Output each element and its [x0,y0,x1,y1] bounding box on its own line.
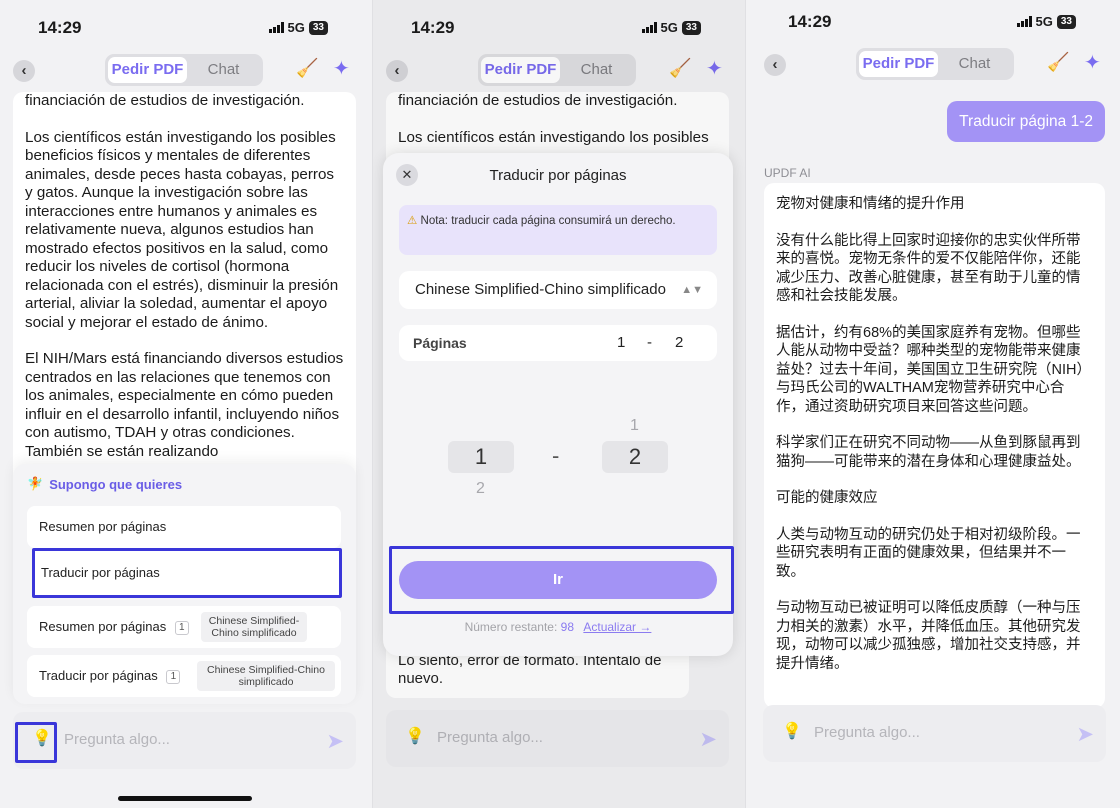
suggestion-panel: 🧚 Supongo que quieres Resumen por página… [13,464,356,704]
recent-language: Chinese Simplified-Chino simplificado [201,612,307,642]
recent-translate-item[interactable]: Traducir por páginas 1 Chinese Simplifie… [27,655,341,697]
doc-paragraph: Los científicos están investigando los p… [25,128,339,331]
doc-paragraph: financiación de estudios de investigació… [25,92,305,109]
picker-from-next: 2 [476,480,485,497]
screen-translation-result: 14:29 5G 33 ‹ Pedir PDF Chat 🧹 ✦ Traduci… [745,0,1120,808]
remaining-count: Número restante: 98 Actualizar → [383,620,733,634]
picker-separator: - [552,443,560,468]
status-time: 14:29 [38,18,82,37]
ai-response-card: 宠物对健康和情绪的提升作用 没有什么能比得上回家时迎接你的忠实伙伴所带来的喜悦。… [764,183,1105,708]
send-icon[interactable]: ➤ [326,729,344,754]
picker-to-wheel[interactable]: 2 [602,441,668,473]
question-input-bar: 💡 Pregunta algo... ➤ [13,712,356,769]
status-network: 5G 33 [1016,14,1076,29]
recent-count: 1 [174,620,189,635]
clear-chat-icon[interactable]: 🧹 [296,58,318,79]
doc-paragraph: El NIH/Mars está financiando diversos es… [25,350,344,460]
tab-chat[interactable]: Chat [938,51,1011,77]
ai-paragraph: 可能的健康效应 [776,490,878,506]
recent-language: Chinese Simplified-Chino simplificado [197,661,335,691]
user-message-bubble: Traducir página 1-2 [947,101,1105,142]
back-icon[interactable]: ‹ [13,60,35,82]
send-icon[interactable]: ➤ [1076,722,1094,747]
ai-paragraph: 据估计，约有68%的美国家庭养有宠物。但哪些人能从动物中受益？哪种类型的宠物能带… [776,324,1091,415]
ai-sender-label: UPDF AI [764,166,811,180]
go-button[interactable]: Ir [399,561,717,599]
language-select[interactable]: Chinese Simplified-Chino simplificado ▲▼ [399,271,717,309]
sparkle-icon[interactable]: ✦ [1084,50,1101,75]
network-type: 5G [1035,14,1053,29]
pages-separator: - [647,334,652,351]
picker-from-wheel[interactable]: 1 [448,441,514,473]
recent-label: Resumen por páginas [39,619,167,634]
status-bar: 14:29 5G 33 [0,14,372,40]
tab-pedir-pdf[interactable]: Pedir PDF [859,51,938,77]
pages-to-value: 2 [675,334,684,351]
signal-icon [268,22,284,33]
question-input[interactable]: Pregunta algo... [814,724,920,741]
remaining-label: Número restante: [464,620,558,634]
pages-range-field[interactable]: Páginas 1 - 2 [399,325,717,361]
sparkle-icon[interactable]: ✦ [333,56,350,81]
ai-paragraph: 宠物对健康和情绪的提升作用 [776,196,965,212]
option-summary-by-pages[interactable]: Resumen por páginas [27,506,341,548]
clear-chat-icon[interactable]: 🧹 [1047,52,1069,73]
nav-bar: ‹ Pedir PDF Chat 🧹 ✦ [751,46,1120,82]
suggestion-title-text: Supongo que quieres [49,476,183,492]
lightbulb-icon[interactable]: 💡 [32,728,52,748]
ai-paragraph: 没有什么能比得上回家时迎接你的忠实伙伴所带来的喜悦。宠物无条件的爱不仅能陪伴你，… [776,232,1081,305]
document-text-card: financiación de estudios de investigació… [13,92,356,492]
ai-paragraph: 科学家们正在研究不同动物——从鱼到豚鼠再到猫狗——可能带来的潜在身体和心理健康益… [776,435,1081,470]
screen-suggestions: 14:29 5G 33 ‹ Pedir PDF Chat 🧹 ✦ financi… [0,0,372,808]
tab-chat[interactable]: Chat [187,57,260,83]
status-network: 5G 33 [268,20,328,35]
lightbulb-icon[interactable]: 💡 [782,721,802,741]
notice-text: Nota: traducir cada página consumirá un … [420,215,676,227]
back-icon[interactable]: ‹ [764,54,786,76]
recent-label: Traducir por páginas [39,668,158,683]
notice-box: ⚠ Nota: traducir cada página consumirá u… [399,205,717,255]
three-screens: 14:29 5G 33 ‹ Pedir PDF Chat 🧹 ✦ financi… [0,0,1120,808]
battery-icon: 33 [308,20,328,35]
mode-switch: Pedir PDF Chat [105,54,263,86]
signal-icon [1016,16,1032,27]
nav-bar: ‹ Pedir PDF Chat 🧹 ✦ [0,52,372,88]
home-indicator [118,796,252,801]
recent-count: 1 [166,669,181,684]
status-bar: 14:29 5G 33 [746,12,1120,40]
upgrade-link[interactable]: Actualizar → [583,620,651,634]
language-value: Chinese Simplified-Chino simplificado [415,281,666,298]
remaining-value: 98 [560,620,575,634]
recent-summary-item[interactable]: Resumen por páginas 1 Chinese Simplified… [27,606,341,648]
battery-icon: 33 [1056,14,1076,29]
ai-paragraph: 人类与动物互动的研究仍处于相对初级阶段。一些研究表明有正面的健康效果，但结果并不… [776,526,1081,580]
modal-title: Traducir por páginas [489,167,627,184]
suggestion-title: 🧚 Supongo que quieres [27,476,182,492]
picker-to-prev: 1 [630,417,639,434]
tab-pedir-pdf[interactable]: Pedir PDF [108,57,187,83]
question-input-bar: 💡 Pregunta algo... ➤ [763,705,1106,762]
option-translate-by-pages[interactable]: Traducir por páginas [32,548,342,598]
translate-modal: ✕ Traducir por páginas ⚠ Nota: traducir … [383,153,734,656]
network-type: 5G [287,20,305,35]
ai-paragraph: 与动物互动已被证明可以降低皮质醇（一种与压力相关的激素）水平，并降低血压。其他研… [776,600,1081,672]
question-input[interactable]: Pregunta algo... [64,731,170,748]
page-range-picker: 1 2 - 2 1 [383,413,733,513]
chevron-updown-icon: ▲▼ [681,284,703,296]
mode-switch: Pedir PDF Chat [856,48,1014,80]
warning-icon: ⚠ [407,215,418,227]
pages-from-value: 1 [617,334,626,351]
status-time: 14:29 [788,12,832,31]
fairy-icon: 🧚 [27,476,44,491]
pages-label: Páginas [413,335,467,351]
screen-translate-modal: 14:29 5G 33 ‹ Pedir PDF Chat 🧹 ✦ financi… [372,0,745,808]
